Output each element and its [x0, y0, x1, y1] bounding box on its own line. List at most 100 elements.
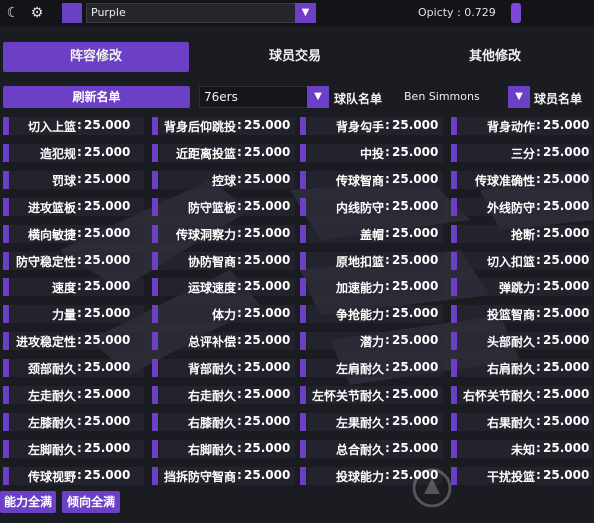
- attribute-field[interactable]: 力量:25.000: [3, 304, 144, 324]
- attribute-field[interactable]: 左膝耐久:25.000: [3, 412, 144, 432]
- attribute-value: 25.000: [392, 252, 439, 267]
- attribute-field[interactable]: 运球速度:25.000: [152, 277, 295, 297]
- attribute-field[interactable]: 投球能力:25.000: [300, 466, 443, 486]
- attribute-colon: :: [237, 387, 242, 401]
- attribute-field[interactable]: 进攻篮板:25.000: [3, 197, 144, 217]
- attribute-field[interactable]: 右肩耐久:25.000: [451, 358, 592, 378]
- attribute-label: 弹跳力: [498, 281, 535, 296]
- attribute-label: 传球准确性: [474, 173, 535, 188]
- attribute-field[interactable]: 盖帽:25.000: [300, 224, 443, 244]
- attribute-field[interactable]: 颈部耐久:25.000: [3, 358, 144, 378]
- attribute-field[interactable]: 中投:25.000: [300, 143, 443, 163]
- attribute-field[interactable]: 背身勾手:25.000: [300, 116, 443, 136]
- attribute-value: 25.000: [84, 413, 131, 428]
- attribute-field[interactable]: 挡拆防守智商:25.000: [152, 466, 295, 486]
- attribute-field[interactable]: 外线防守:25.000: [451, 197, 592, 217]
- attribute-label: 干扰投篮: [486, 469, 535, 484]
- attribute-colon: :: [536, 171, 541, 186]
- attribute-colon: :: [536, 252, 541, 267]
- attribute-field[interactable]: 右果耐久:25.000: [451, 412, 592, 432]
- attribute-field[interactable]: 投篮智商:25.000: [451, 304, 592, 324]
- attribute-field[interactable]: 罚球:25.000: [3, 170, 144, 190]
- attribute-field[interactable]: 背身后仰跳投:25.000: [152, 116, 295, 136]
- attribute-field[interactable]: 弹跳力:25.000: [451, 277, 592, 297]
- attribute-label: 右怀关节耐久: [462, 389, 535, 403]
- attribute-field[interactable]: 未知:25.000: [451, 439, 592, 459]
- attribute-value: 25.000: [543, 198, 590, 213]
- tab-other-edit[interactable]: 其他修改: [400, 42, 590, 72]
- moon-icon[interactable]: ☾: [4, 4, 22, 22]
- attribute-field[interactable]: 防守篮板:25.000: [152, 197, 295, 217]
- attribute-marker: [451, 251, 457, 270]
- attribute-field[interactable]: 左肩耐久:25.000: [300, 358, 443, 378]
- attribute-label: 右脚耐久: [187, 442, 236, 457]
- attribute-marker: [300, 466, 306, 485]
- attribute-marker: [451, 412, 457, 431]
- attribute-field[interactable]: 左脚耐久:25.000: [3, 439, 144, 459]
- attribute-field[interactable]: 传球视野:25.000: [3, 466, 144, 486]
- attribute-field[interactable]: 右脚耐久:25.000: [152, 439, 295, 459]
- attribute-field[interactable]: 协防智商:25.000: [152, 251, 295, 271]
- attribute-field[interactable]: 三分:25.000: [451, 143, 592, 163]
- max-tendency-button[interactable]: 倾向全满: [62, 491, 120, 513]
- refresh-list-button[interactable]: 刷新名单: [3, 86, 190, 108]
- attribute-field[interactable]: 近距离投篮:25.000: [152, 143, 295, 163]
- attribute-field[interactable]: 总评补偿:25.000: [152, 331, 295, 351]
- attribute-field[interactable]: 右怀关节耐久:25.000: [451, 385, 592, 405]
- attribute-label: 右走耐久: [187, 389, 236, 403]
- attribute-field[interactable]: 干扰投篮:25.000: [451, 466, 592, 486]
- attribute-colon: :: [536, 118, 541, 132]
- theme-select[interactable]: Purple: [86, 3, 316, 23]
- attribute-colon: :: [237, 118, 242, 132]
- attribute-marker: [451, 170, 457, 189]
- attribute-field[interactable]: 控球:25.000: [152, 170, 295, 190]
- tab-lineup-edit[interactable]: 阵容修改: [3, 42, 189, 72]
- tab-player-trade[interactable]: 球员交易: [200, 42, 390, 72]
- attribute-field[interactable]: 加速能力:25.000: [300, 277, 443, 297]
- attribute-field[interactable]: 传球智商:25.000: [300, 170, 443, 190]
- max-ability-button[interactable]: 能力全满: [0, 491, 56, 513]
- attribute-marker: [300, 278, 306, 297]
- attribute-field[interactable]: 右走耐久:25.000: [152, 385, 295, 405]
- theme-color-swatch[interactable]: [62, 3, 82, 23]
- attribute-field[interactable]: 争抢能力:25.000: [300, 304, 443, 324]
- team-dropdown-button[interactable]: ▼: [307, 86, 329, 108]
- attribute-field[interactable]: 内线防守:25.000: [300, 197, 443, 217]
- attribute-field[interactable]: 左果耐久:25.000: [300, 412, 443, 432]
- attribute-field[interactable]: 切入上篮:25.000: [3, 116, 144, 136]
- theme-dropdown-button[interactable]: ▼: [295, 3, 316, 23]
- attribute-field[interactable]: 横向敏捷:25.000: [3, 224, 144, 244]
- attribute-field[interactable]: 背部耐久:25.000: [152, 358, 295, 378]
- attribute-field[interactable]: 左怀关节耐久:25.000: [300, 385, 443, 405]
- attribute-field[interactable]: 右膝耐久:25.000: [152, 412, 295, 432]
- attribute-field[interactable]: 左走耐久:25.000: [3, 385, 144, 405]
- attribute-field[interactable]: 潜力:25.000: [300, 331, 443, 351]
- attribute-marker: [300, 251, 306, 270]
- player-dropdown-button[interactable]: ▼: [508, 86, 530, 108]
- attribute-marker: [152, 412, 158, 431]
- attribute-field[interactable]: 切入扣篮:25.000: [451, 251, 592, 271]
- attribute-field[interactable]: 造犯规:25.000: [3, 143, 144, 163]
- attribute-label: 左怀关节耐久: [311, 389, 384, 403]
- attribute-colon: :: [77, 360, 82, 375]
- attribute-field[interactable]: 进攻稳定性:25.000: [3, 331, 144, 351]
- attribute-colon: :: [385, 171, 390, 186]
- attribute-field[interactable]: 速度:25.000: [3, 277, 144, 297]
- attribute-field[interactable]: 传球准确性:25.000: [451, 170, 592, 190]
- attribute-field[interactable]: 传球洞察力:25.000: [152, 224, 295, 244]
- attribute-field[interactable]: 背身动作:25.000: [451, 116, 592, 136]
- attribute-field[interactable]: 防守稳定性:25.000: [3, 251, 144, 271]
- attribute-marker: [300, 359, 306, 378]
- opacity-slider-handle[interactable]: [511, 3, 521, 23]
- attribute-field[interactable]: 体力:25.000: [152, 304, 295, 324]
- attribute-field[interactable]: 总合耐久:25.000: [300, 439, 443, 459]
- gear-icon[interactable]: ⚙: [28, 4, 46, 22]
- attribute-field[interactable]: 抢断:25.000: [451, 224, 592, 244]
- attribute-value: 25.000: [84, 440, 131, 455]
- attribute-colon: :: [536, 360, 541, 375]
- attribute-colon: :: [385, 279, 390, 294]
- attribute-field[interactable]: 原地扣篮:25.000: [300, 251, 443, 271]
- attribute-field[interactable]: 头部耐久:25.000: [451, 331, 592, 351]
- attribute-colon: :: [77, 306, 82, 321]
- attribute-marker: [300, 412, 306, 431]
